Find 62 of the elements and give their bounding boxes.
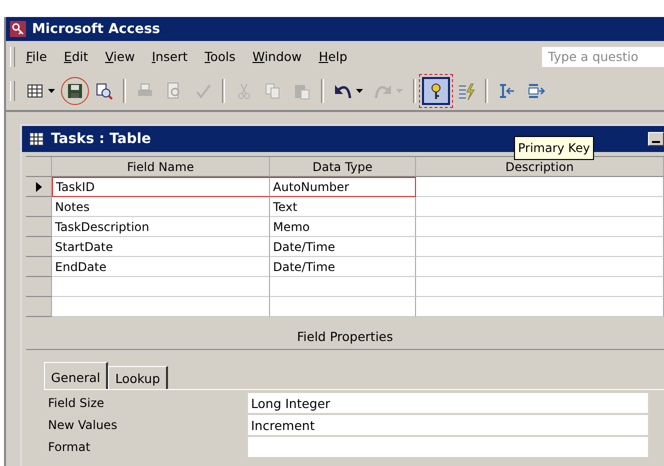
- property-field[interactable]: Long Integer: [248, 393, 648, 413]
- find-icon: [95, 82, 113, 100]
- delete-rows-icon: [527, 82, 545, 100]
- paste-icon: [293, 82, 311, 100]
- menu-item[interactable]: Help: [312, 49, 358, 64]
- table-cell[interactable]: AutoNumber: [270, 177, 416, 197]
- table-cell[interactable]: [52, 277, 270, 297]
- table-cell[interactable]: [416, 197, 664, 217]
- table-cell[interactable]: [416, 257, 664, 277]
- table-cell[interactable]: [416, 237, 664, 257]
- minimize-button[interactable]: [648, 132, 664, 146]
- help-search-field[interactable]: Type a questio: [542, 46, 664, 66]
- save-button[interactable]: [62, 78, 88, 104]
- table-cell[interactable]: [416, 277, 664, 297]
- property-field[interactable]: Increment: [248, 415, 648, 435]
- insert-rows-icon: [498, 82, 516, 100]
- spelling-icon: [194, 82, 212, 100]
- menu-item[interactable]: Insert: [144, 49, 198, 64]
- property-field[interactable]: [248, 437, 648, 457]
- table-cell[interactable]: [270, 277, 416, 297]
- table-cell[interactable]: [416, 217, 664, 237]
- row-selector[interactable]: [26, 177, 52, 197]
- tab[interactable]: Lookup: [108, 366, 168, 389]
- table-cell[interactable]: TaskID: [52, 177, 270, 197]
- table-cell[interactable]: [416, 297, 664, 317]
- table-cell[interactable]: Text: [270, 197, 416, 217]
- key-icon: [10, 21, 26, 37]
- table-cell[interactable]: [416, 177, 664, 197]
- table-cell[interactable]: [270, 297, 416, 317]
- table-window-title: Tasks : Table: [51, 131, 152, 147]
- column-header[interactable]: Description: [416, 157, 664, 177]
- table-cell[interactable]: Notes: [52, 197, 270, 217]
- table-cell[interactable]: Date/Time: [270, 257, 416, 277]
- window-title: Microsoft Access: [32, 21, 160, 37]
- column-header[interactable]: Data Type: [270, 157, 416, 177]
- current-row-icon: [36, 182, 42, 192]
- table-icon: [30, 133, 43, 145]
- minimize-icon: [652, 141, 660, 143]
- tooltip: Primary Key: [514, 136, 594, 160]
- view-icon: [26, 82, 44, 100]
- column-header[interactable]: Field Name: [52, 157, 270, 177]
- property-label: Field Size: [48, 395, 106, 412]
- menu-item[interactable]: Tools: [198, 49, 246, 64]
- menu-item[interactable]: Edit: [56, 49, 98, 64]
- table-cell[interactable]: Memo: [270, 217, 416, 237]
- cut-icon: [235, 82, 253, 100]
- property-label: Format: [48, 439, 92, 456]
- table-cell[interactable]: TaskDescription: [52, 217, 270, 237]
- indexes-icon: [457, 82, 475, 100]
- section-title: Field Properties: [297, 328, 393, 344]
- table-cell[interactable]: EndDate: [52, 257, 270, 277]
- menu-item[interactable]: File: [19, 49, 57, 64]
- key-button[interactable]: [422, 77, 450, 105]
- menu-item[interactable]: View: [98, 49, 145, 64]
- tab[interactable]: General: [44, 362, 108, 389]
- copy-icon: [264, 82, 282, 100]
- table-cell[interactable]: Date/Time: [270, 237, 416, 257]
- property-label: New Values: [48, 417, 118, 434]
- table-cell[interactable]: StartDate: [52, 237, 270, 257]
- save-icon: [66, 82, 84, 100]
- menu-item[interactable]: Window: [245, 49, 312, 64]
- table-cell[interactable]: [52, 297, 270, 317]
